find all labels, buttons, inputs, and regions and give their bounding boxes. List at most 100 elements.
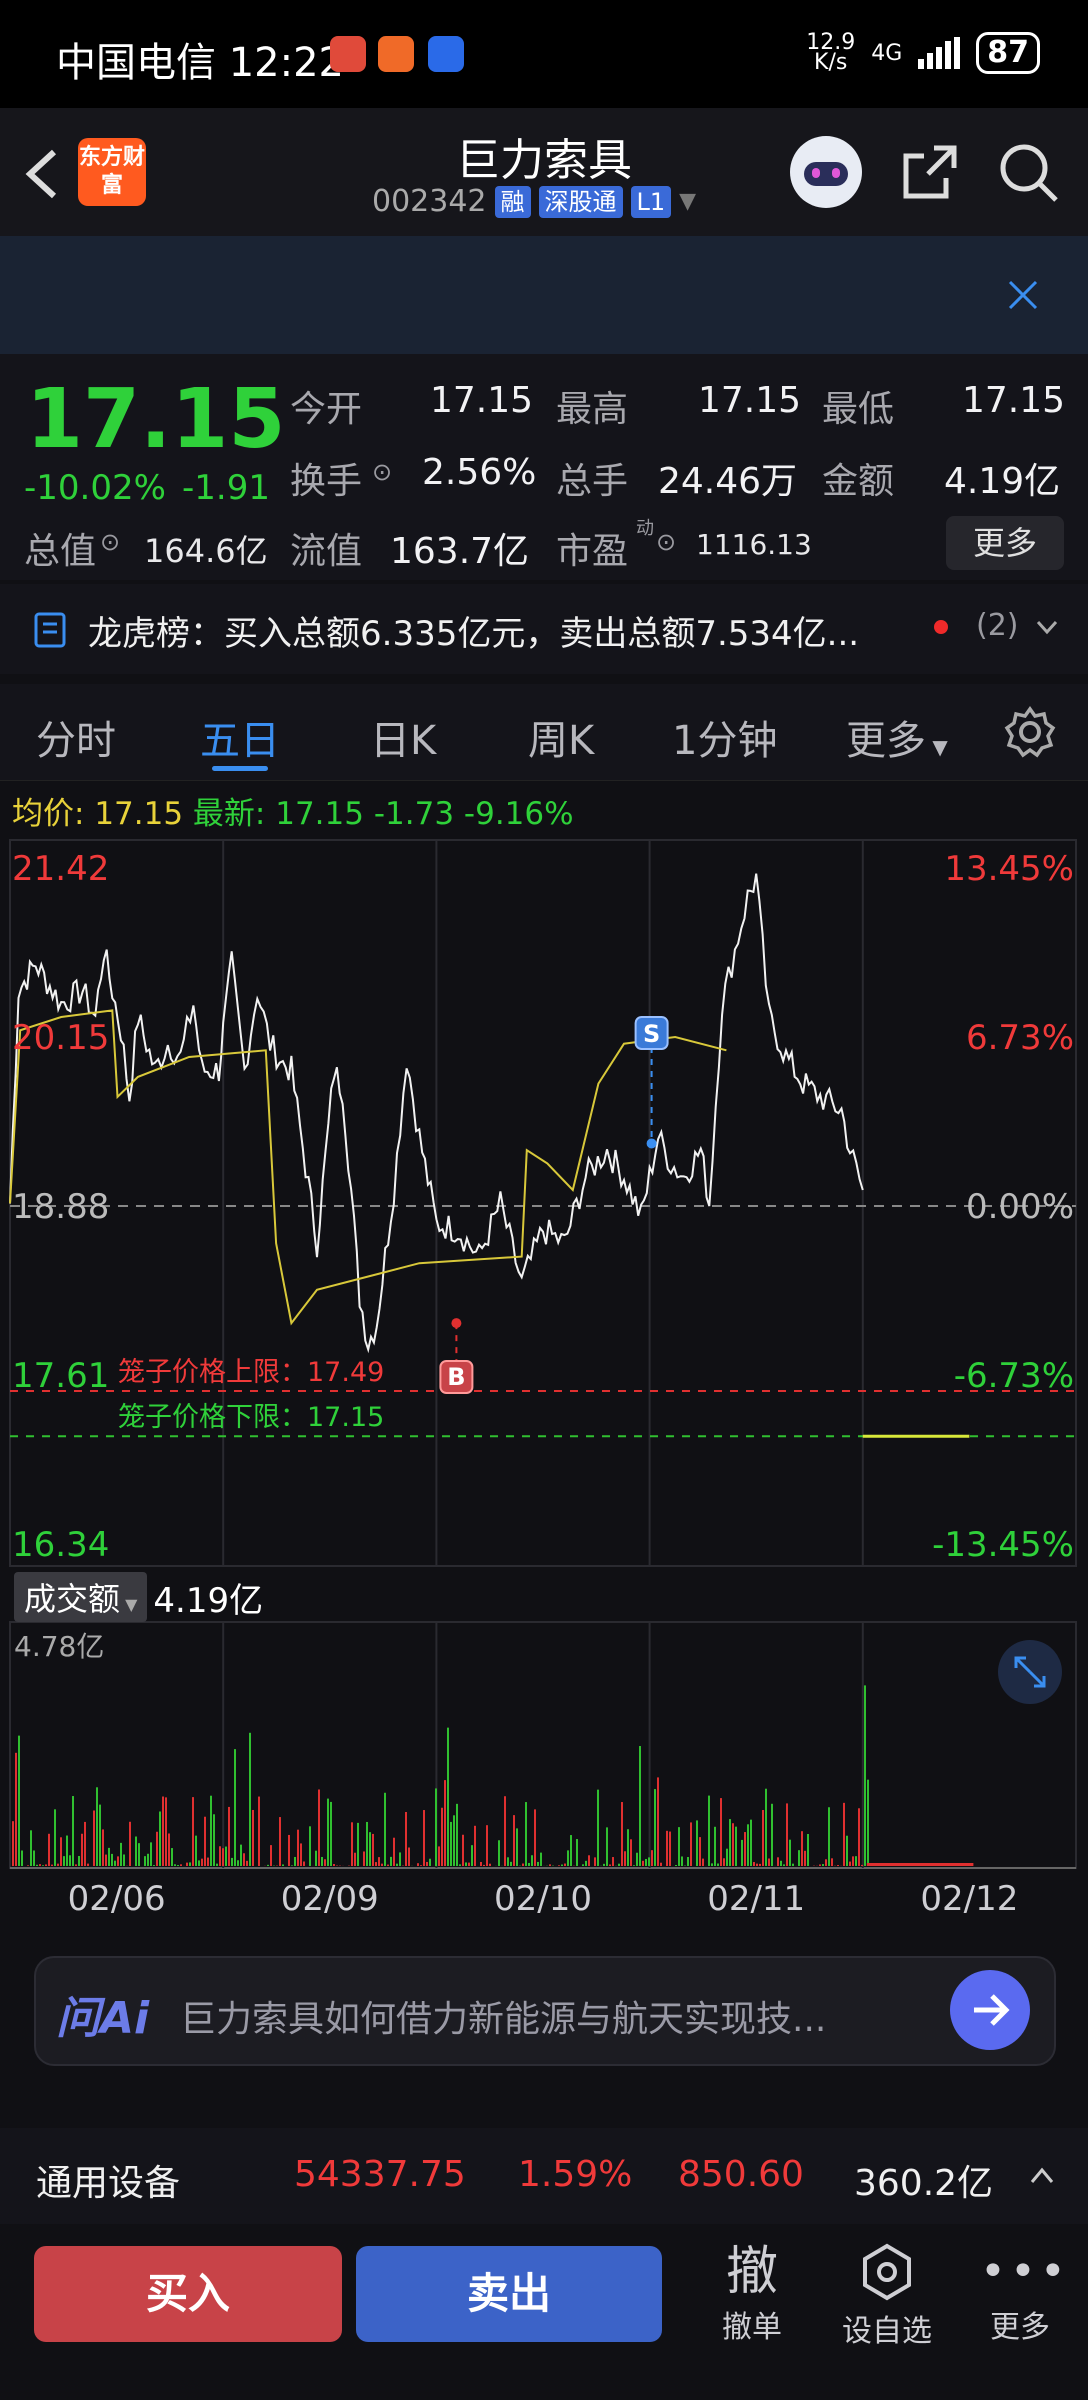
chevron-up-icon[interactable] [1030, 2166, 1054, 2184]
volume-bar [36, 1864, 38, 1866]
volume-bar [516, 1828, 518, 1866]
volume-bar [243, 1853, 245, 1866]
volume-bar [198, 1860, 200, 1866]
volume-bar [498, 1840, 500, 1866]
volume-bar [441, 1807, 443, 1866]
volume-bar [867, 1779, 869, 1866]
volume-bar [249, 1732, 251, 1866]
volume-bar [177, 1865, 179, 1866]
more-actions-button[interactable]: ••• 更多 [980, 2242, 1066, 2346]
volume-bar [144, 1856, 146, 1866]
volume-bar [297, 1829, 299, 1866]
arrow-right-icon [974, 1994, 1010, 2026]
volume-bar [63, 1856, 65, 1866]
volume-bar [561, 1864, 563, 1866]
volume-bar [399, 1852, 401, 1866]
volume-bar [60, 1837, 62, 1866]
day-dividers [222, 840, 864, 1566]
volume-bar [657, 1777, 659, 1866]
volume-bar [405, 1811, 407, 1866]
volume-bar [387, 1864, 389, 1866]
volume-bar [84, 1821, 86, 1866]
volume-bar [843, 1802, 845, 1866]
price-chart-area: S B 笼子价格上限：17.49 笼子价格下限：17.15 21.42 13.45… [9, 839, 1077, 1567]
volume-bar [99, 1804, 101, 1866]
volume-bar [675, 1865, 677, 1866]
volume-bar [708, 1795, 710, 1866]
volume-bar [866, 1863, 974, 1866]
volume-bar [786, 1803, 788, 1866]
volume-bar [681, 1856, 683, 1866]
volume-bars [12, 1685, 974, 1866]
volume-bar [849, 1861, 851, 1866]
volume-bar [606, 1827, 608, 1866]
volume-bar [171, 1848, 173, 1866]
volume-bar [609, 1864, 611, 1866]
volume-bar [228, 1806, 230, 1866]
y-right-label: 0.00% [966, 1187, 1074, 1227]
volume-bar [189, 1862, 191, 1866]
volume-bar [378, 1857, 380, 1866]
sector-bar[interactable]: 通用设备 54337.75 1.59% 850.60 360.2亿 [0, 2128, 1088, 2224]
volume-bar [735, 1826, 737, 1866]
volume-bar [174, 1864, 176, 1866]
cancel-order-button[interactable]: 撤 撤单 [712, 2242, 792, 2346]
volume-bar [621, 1802, 623, 1866]
volume-bar [75, 1864, 77, 1866]
volume-bar [729, 1819, 731, 1866]
volume-bar [51, 1864, 53, 1866]
volume-bar [39, 1864, 41, 1866]
buy-button[interactable]: 买入 [34, 2246, 342, 2342]
volume-bar [282, 1864, 284, 1866]
volume-bar [534, 1809, 536, 1866]
volume-bar [594, 1857, 596, 1866]
volume-bar [510, 1861, 512, 1866]
sector-pct: 1.59% [518, 2154, 633, 2195]
volume-bar [639, 1746, 641, 1866]
volume-bar [783, 1864, 785, 1866]
sell-button[interactable]: 卖出 [356, 2246, 662, 2342]
volume-bar [687, 1857, 689, 1866]
volume-bar [750, 1819, 752, 1866]
volume-bar [636, 1852, 638, 1866]
volume-bar [192, 1797, 194, 1866]
volume-bar [504, 1796, 506, 1866]
volume-bar [393, 1837, 395, 1866]
bottom-action-bar: 买入 卖出 撤 撤单 设自选 ••• 更多 [0, 2224, 1088, 2400]
cancel-order-label: 撤单 [722, 2310, 782, 2345]
ai-question-bar[interactable]: 问Ai 巨力索具如何借力新能源与航天实现技... [34, 1956, 1056, 2066]
volume-bar [18, 1735, 20, 1866]
ai-send-button[interactable] [950, 1970, 1030, 2050]
volume-bar [258, 1796, 260, 1866]
volume-bar [654, 1789, 656, 1866]
volume-bar [525, 1802, 527, 1866]
volume-bar [825, 1859, 827, 1866]
volume-bar [645, 1858, 647, 1866]
volume-bar [618, 1863, 620, 1866]
buy-point [451, 1318, 462, 1329]
volume-bar [33, 1850, 35, 1866]
volume-bar [363, 1851, 365, 1866]
y-left-label: 20.15 [12, 1018, 109, 1058]
volume-bar [771, 1803, 773, 1866]
volume-bar [648, 1857, 650, 1866]
volume-bar [153, 1865, 155, 1866]
add-watchlist-button[interactable]: 设自选 [830, 2242, 944, 2350]
y-right-label: -6.73% [954, 1356, 1074, 1396]
volume-bar [486, 1825, 488, 1866]
volume-bar [354, 1852, 356, 1866]
volume-bar [507, 1857, 509, 1866]
volume-bar [558, 1865, 560, 1866]
volume-bar [78, 1855, 80, 1866]
five-day-chart[interactable]: S B 笼子价格上限：17.49 笼子价格下限：17.15 21.42 13.45… [0, 0, 1088, 1940]
volume-bar [603, 1863, 605, 1866]
volume-selector[interactable]: 成交额 ▼ [14, 1572, 148, 1622]
volume-bar [318, 1789, 320, 1866]
volume-bar [666, 1830, 668, 1866]
volume-bar [567, 1850, 569, 1866]
sector-name: 通用设备 [36, 2163, 181, 2204]
volume-bar [240, 1844, 242, 1866]
volume-bar [720, 1798, 722, 1866]
x-axis-labels: 02/06 02/09 02/10 02/11 02/12 [68, 1879, 1019, 1919]
volume-bar [408, 1847, 410, 1866]
